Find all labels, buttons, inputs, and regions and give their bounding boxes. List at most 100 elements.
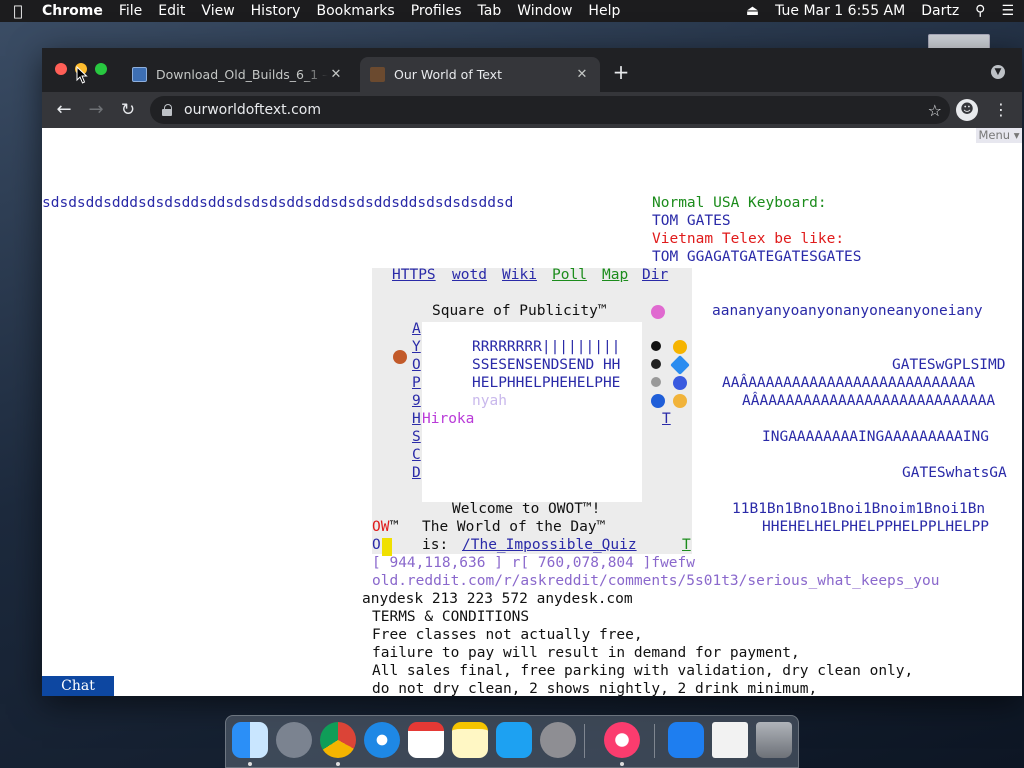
browser-toolbar: ← → ↻ ourworldoftext.com ☆ ☻ ⋮ [42,92,1022,128]
launchpad-rocket-icon[interactable] [276,722,312,758]
text-line-hiroka: Hiroka [422,411,475,427]
menu-window[interactable]: Window [517,3,572,19]
terms-line-2: failure to pay will result in demand for… [372,645,800,661]
menu-datetime[interactable]: Tue Mar 1 6:55 AM [775,3,905,19]
welcome-text: Welcome to OWOT™! [452,501,601,517]
menu-app-chrome[interactable]: Chrome [42,3,103,19]
gray-dot-icon [651,377,661,387]
chrome-window: Download_Old_Builds_6_1 – Or ✕ Our World… [42,48,1022,696]
eject-icon[interactable]: ⏏ [746,3,759,19]
nav-link-wiki[interactable]: Wiki [502,266,537,284]
kebab-menu-icon[interactable]: ⋮ [989,98,1013,122]
side-link-s[interactable]: S [412,428,421,446]
side-link-a[interactable]: A [412,320,421,338]
menu-user[interactable]: Dartz [921,3,959,19]
text-line-aaa1: AAÂAAAAAAAAAAAAAAAAAAAAAAAAAA [722,375,976,391]
address-url[interactable]: ourworldoftext.com [184,102,928,118]
new-tab-plus-icon[interactable]: + [610,61,632,83]
chrome-icon[interactable] [320,722,356,758]
nav-link-dir[interactable]: Dir [642,266,668,284]
back-arrow-icon[interactable]: ← [52,98,76,122]
safari-compass-icon[interactable] [364,722,400,758]
dock-separator [654,724,655,758]
menu-tab[interactable]: Tab [478,3,502,19]
side-link-o[interactable]: O [412,356,421,374]
chat-button[interactable]: Chat [42,676,114,696]
reload-icon[interactable]: ↻ [116,98,140,122]
forward-arrow-icon[interactable]: → [84,98,108,122]
wotd-t-link[interactable]: T [682,536,691,554]
address-bar[interactable]: ourworldoftext.com ☆ [150,96,950,124]
tab-favicon-icon [370,67,385,82]
tab-close-icon[interactable]: ✕ [574,67,590,82]
window-maximize-button[interactable] [95,63,107,75]
page-content[interactable]: Menu ▾ sdsdsddsdddsdsdsddsddsdsdsdsddsdd… [42,128,1022,696]
nav-link-https[interactable]: HTTPS [392,266,436,284]
window-close-button[interactable] [55,63,67,75]
side-link-c[interactable]: C [412,446,421,464]
side-link-t[interactable]: T [662,410,671,428]
nav-link-poll[interactable]: Poll [552,266,587,284]
text-line-aaa2: AÂAAAAAAAAAAAAAAAAAAAAAAAAAAA [742,393,996,409]
text-line-bnoi: 11B1Bn1Bno1Bnoi1Bnoim1Bnoi1Bn [732,501,986,517]
tab-download-old-builds[interactable]: Download_Old_Builds_6_1 – Or ✕ [122,57,354,92]
profile-avatar-icon[interactable]: ☻ [956,99,978,121]
menu-profiles[interactable]: Profiles [411,3,462,19]
owot-menu-button[interactable]: Menu ▾ [976,128,1022,143]
app-store-icon[interactable] [496,722,532,758]
side-link-p[interactable]: P [412,374,421,392]
trash-icon[interactable] [756,722,792,758]
text-line-normal-keyboard: Normal USA Keyboard: [652,195,827,211]
app-store-download-icon[interactable] [668,722,704,758]
hand-icon [673,394,687,408]
menu-view[interactable]: View [201,3,234,19]
spotlight-search-icon[interactable]: ⚲ [975,3,985,19]
dock-separator [584,724,585,758]
menu-bar-status: ⏏ Tue Mar 1 6:55 AM Dartz ⚲ ☰ [730,3,1014,19]
apple-icon[interactable]:  [10,2,26,20]
music-icon[interactable] [604,722,640,758]
document-icon[interactable] [712,722,748,758]
anydesk-text: anydesk 213 223 572 anydesk.com [362,591,633,607]
tab-our-world-of-text[interactable]: Our World of Text ✕ [360,57,600,92]
nav-link-wotd[interactable]: wotd [452,266,487,284]
lock-icon[interactable] [162,104,172,116]
text-line-help-2: HHEHELHELPHELPPHELPPLHELPP [762,519,989,535]
side-link-d[interactable]: D [412,464,421,482]
terms-heading: TERMS & CONDITIONS [372,609,530,625]
side-link-h[interactable]: H [412,410,421,428]
terms-line-4: do not dry clean, 2 shows nightly, 2 dri… [372,681,818,696]
tab-favicon-icon [132,67,147,82]
nav-link-map[interactable]: Map [602,266,628,284]
o-text: O [372,537,381,553]
menu-file[interactable]: File [119,3,142,19]
side-link-y[interactable]: Y [412,338,421,356]
menu-help[interactable]: Help [588,3,620,19]
text-line-gates-gpl: GATESwGPLSIMD [892,357,1006,373]
black-dot-icon [651,359,661,369]
square-of-publicity-title: Square of Publicity™ [432,303,607,319]
tab-search-chevron-icon[interactable]: ▼ [991,65,1005,79]
globe-icon [651,394,665,408]
text-line-vietnam-telex: Vietnam Telex be like: [652,231,845,247]
chrome-running-dot [336,762,340,766]
text-line-rrr: RRRRRRRR||||||||| [472,339,621,355]
system-preferences-gear-icon[interactable] [540,722,576,758]
calendar-icon[interactable] [408,722,444,758]
notes-icon[interactable] [452,722,488,758]
tab-strip: Download_Old_Builds_6_1 – Or ✕ Our World… [42,48,1022,92]
control-center-icon[interactable]: ☰ [1001,3,1014,19]
black-dot-icon [651,341,661,351]
wotd-link[interactable]: /The_Impossible_Quiz [462,536,637,554]
reddit-link-text[interactable]: old.reddit.com/r/askreddit/comments/5s01… [372,572,939,590]
tab-close-icon[interactable]: ✕ [328,67,344,82]
terms-line-1: Free classes not actually free, [372,627,643,643]
side-link-9[interactable]: 9 [412,392,421,410]
text-line-inga: INGAAAAAAAAINGAAAAAAAAAING [762,429,989,445]
menu-bookmarks[interactable]: Bookmarks [316,3,394,19]
finder-icon[interactable] [232,722,268,758]
bookmark-star-icon[interactable]: ☆ [928,101,942,120]
menu-edit[interactable]: Edit [158,3,185,19]
candy-icon [651,305,665,319]
menu-history[interactable]: History [251,3,301,19]
